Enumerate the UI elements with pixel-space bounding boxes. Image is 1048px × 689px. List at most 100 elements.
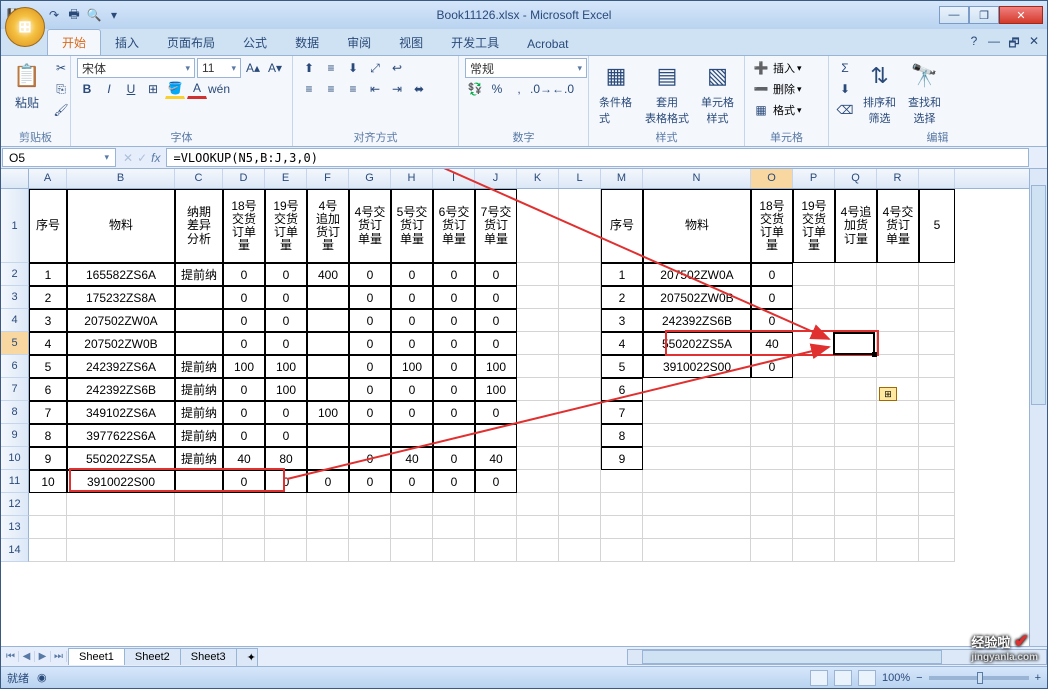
col-header[interactable]: E	[265, 169, 307, 188]
cell[interactable]	[835, 539, 877, 562]
col-header[interactable]: G	[349, 169, 391, 188]
cell[interactable]: 80	[265, 447, 307, 470]
col-header[interactable]: M	[601, 169, 643, 188]
cell[interactable]: 0	[475, 309, 517, 332]
cell[interactable]	[877, 309, 919, 332]
zoom-slider[interactable]	[929, 676, 1029, 680]
number-format-combo[interactable]: 常规▾	[465, 58, 587, 78]
cell[interactable]	[559, 378, 601, 401]
cell[interactable]	[265, 493, 307, 516]
cell[interactable]	[517, 424, 559, 447]
cell[interactable]: 0	[307, 470, 349, 493]
cell[interactable]	[307, 286, 349, 309]
dec-decimal-icon[interactable]: ←.0	[553, 79, 573, 99]
cell[interactable]: 0	[433, 263, 475, 286]
row-header[interactable]: 12	[1, 493, 29, 516]
tab-insert[interactable]: 插入	[101, 30, 153, 55]
inc-decimal-icon[interactable]: .0→	[531, 79, 551, 99]
cell[interactable]	[517, 332, 559, 355]
cell[interactable]	[517, 447, 559, 470]
cell[interactable]	[643, 447, 751, 470]
cell[interactable]: 3910022S00	[643, 355, 751, 378]
tab-developer[interactable]: 开发工具	[437, 30, 513, 55]
percent-icon[interactable]: %	[487, 79, 507, 99]
col-header[interactable]: D	[223, 169, 265, 188]
cell[interactable]	[307, 378, 349, 401]
cut-icon[interactable]: ✂	[51, 58, 71, 78]
cell[interactable]	[793, 470, 835, 493]
cell[interactable]	[643, 470, 751, 493]
cell[interactable]: 100	[307, 401, 349, 424]
align-bottom-icon[interactable]: ⬇	[343, 58, 363, 78]
cell[interactable]: 550202ZS5A	[67, 447, 175, 470]
cell[interactable]	[559, 401, 601, 424]
cell[interactable]	[751, 401, 793, 424]
close-button[interactable]: ✕	[999, 6, 1043, 24]
office-button[interactable]: ⊞	[5, 7, 45, 47]
cell[interactable]	[793, 263, 835, 286]
cell[interactable]	[835, 447, 877, 470]
cell[interactable]	[223, 493, 265, 516]
cell[interactable]	[751, 447, 793, 470]
cell[interactable]: 0	[433, 401, 475, 424]
row-header[interactable]: 14	[1, 539, 29, 562]
scroll-thumb[interactable]	[1031, 185, 1046, 405]
cell[interactable]	[67, 539, 175, 562]
cell[interactable]	[751, 378, 793, 401]
col-header[interactable]: B	[67, 169, 175, 188]
first-sheet-icon[interactable]: ⏮	[3, 651, 19, 662]
clear-icon[interactable]: ⌫	[835, 100, 855, 120]
cell[interactable]	[835, 309, 877, 332]
cell[interactable]: 0	[223, 263, 265, 286]
cell[interactable]: 0	[265, 401, 307, 424]
cell[interactable]: 6	[601, 378, 643, 401]
cell[interactable]: 4	[29, 332, 67, 355]
cell[interactable]: 物料	[67, 189, 175, 263]
sheet-tab-1[interactable]: Sheet1	[68, 648, 125, 665]
cell[interactable]: 0	[475, 401, 517, 424]
autosum-icon[interactable]: Σ	[835, 58, 855, 78]
col-header[interactable]: I	[433, 169, 475, 188]
bold-button[interactable]: B	[77, 79, 97, 99]
cell[interactable]: 0	[349, 470, 391, 493]
cell[interactable]	[517, 401, 559, 424]
col-header[interactable]: F	[307, 169, 349, 188]
cell[interactable]	[223, 516, 265, 539]
cell[interactable]	[877, 401, 919, 424]
cell[interactable]	[601, 470, 643, 493]
cell[interactable]	[349, 493, 391, 516]
cell[interactable]	[919, 516, 955, 539]
cell-styles-button[interactable]: ▧单元格 样式	[697, 58, 738, 128]
cell[interactable]: 165582ZS6A	[67, 263, 175, 286]
sort-filter-button[interactable]: ⇅排序和 筛选	[859, 58, 900, 128]
cell[interactable]: 100	[475, 378, 517, 401]
cell[interactable]	[433, 516, 475, 539]
cell[interactable]: 序号	[601, 189, 643, 263]
comma-icon[interactable]: ,	[509, 79, 529, 99]
cell[interactable]: 242392ZS6B	[67, 378, 175, 401]
help-icon[interactable]: ?	[967, 34, 981, 55]
cell[interactable]	[643, 493, 751, 516]
cell[interactable]: 0	[391, 309, 433, 332]
cell[interactable]	[559, 516, 601, 539]
shrink-font-icon[interactable]: A▾	[265, 58, 285, 78]
cell[interactable]	[793, 447, 835, 470]
cell[interactable]: 9	[29, 447, 67, 470]
cell[interactable]	[349, 424, 391, 447]
align-middle-icon[interactable]: ≡	[321, 58, 341, 78]
cell[interactable]: 提前纳	[175, 263, 223, 286]
cell[interactable]: 19号 交货 订单 量	[265, 189, 307, 263]
cell[interactable]	[919, 470, 955, 493]
cell[interactable]	[643, 516, 751, 539]
cell[interactable]: 0	[433, 378, 475, 401]
align-center-icon[interactable]: ≡	[321, 79, 341, 99]
cell[interactable]: 1	[29, 263, 67, 286]
wrap-text-icon[interactable]: ↩	[387, 58, 407, 78]
cell[interactable]	[643, 424, 751, 447]
cell[interactable]: 0	[433, 470, 475, 493]
tab-acrobat[interactable]: Acrobat	[513, 33, 582, 55]
cell[interactable]: 40	[475, 447, 517, 470]
format-painter-icon[interactable]: 🖌	[51, 100, 71, 120]
merge-center-icon[interactable]: ⬌	[409, 79, 429, 99]
cell[interactable]	[919, 378, 955, 401]
